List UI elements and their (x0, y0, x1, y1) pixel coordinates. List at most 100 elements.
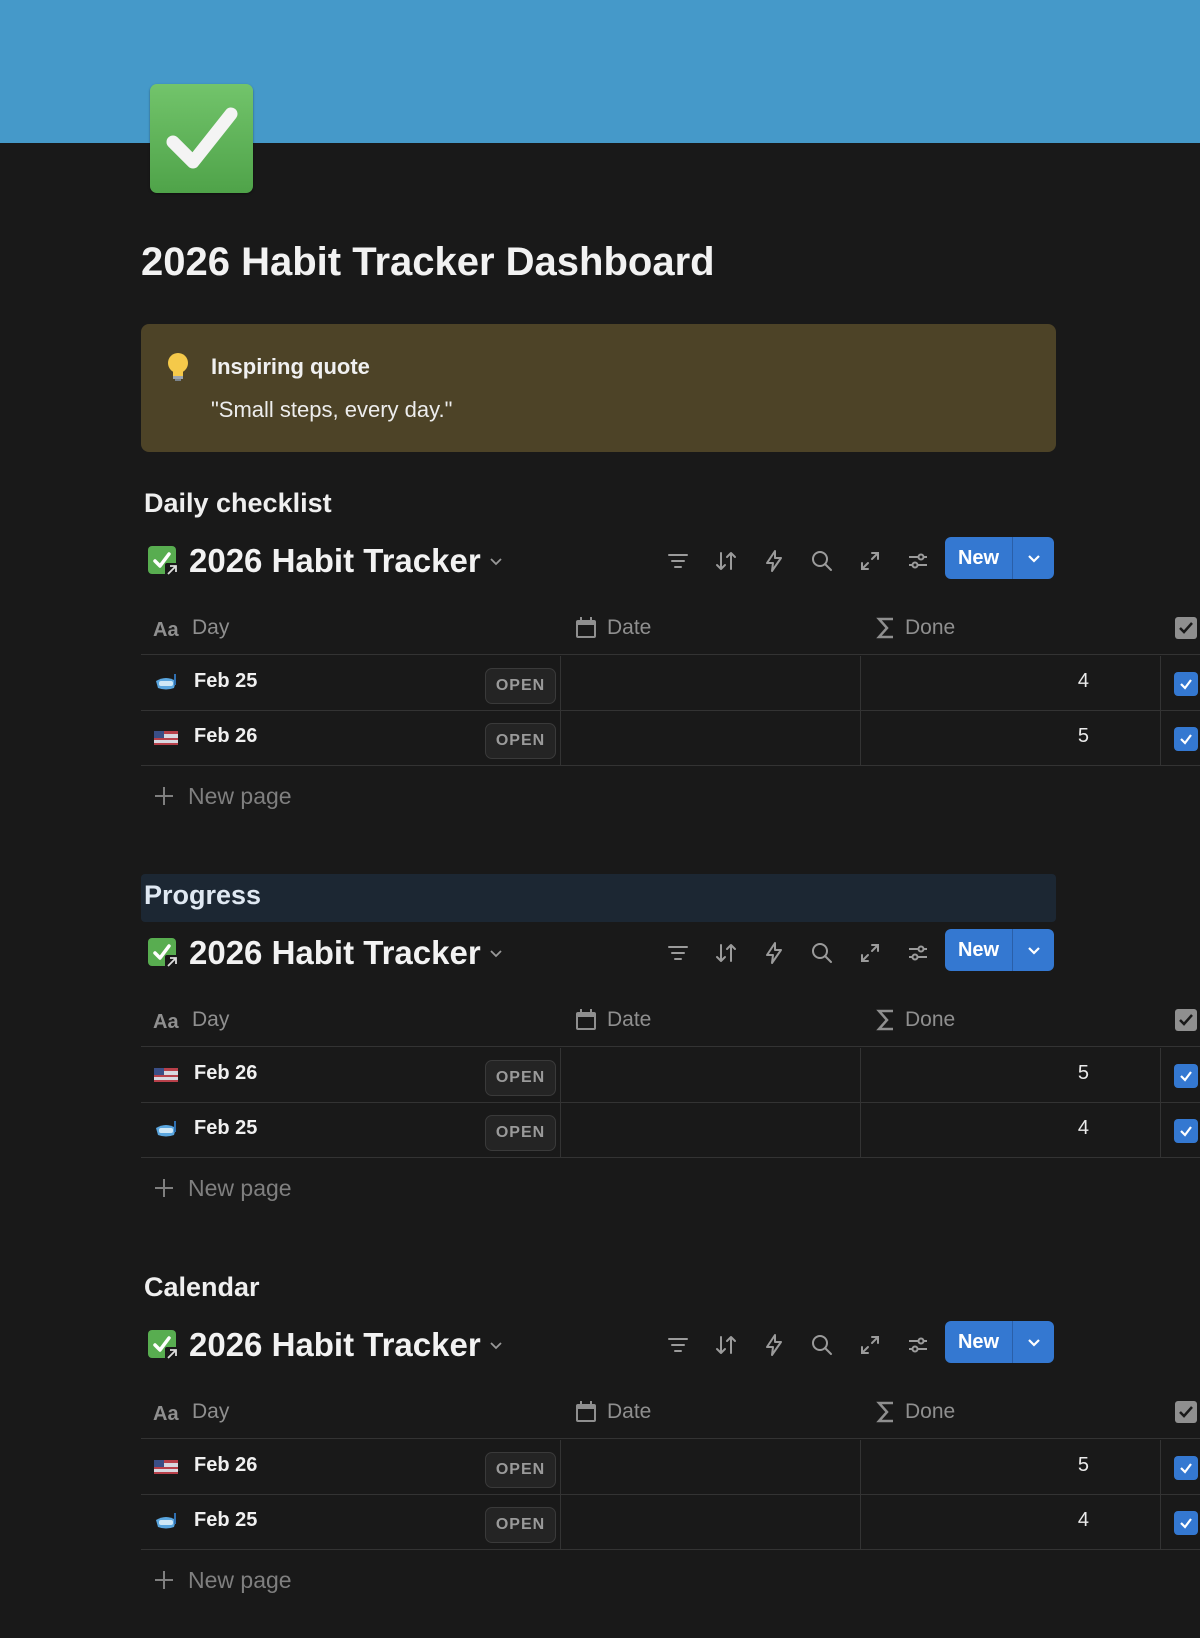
open-button[interactable]: OPEN (485, 1060, 556, 1096)
expand-icon[interactable] (846, 935, 894, 971)
settings-sliders-icon[interactable] (894, 935, 942, 971)
column-header-done[interactable]: Done (876, 1006, 955, 1034)
flag-image-icon (154, 1460, 178, 1474)
done-checkbox[interactable] (1174, 1511, 1198, 1535)
chevron-down-icon[interactable] (487, 1336, 505, 1354)
new-dropdown-chevron-icon[interactable] (1013, 1321, 1054, 1363)
table-row[interactable]: Feb 25 OPEN 4 (141, 656, 1200, 711)
table-header: Aa Day Date Done (141, 994, 1200, 1047)
quote-callout[interactable]: Inspiring quote "Small steps, every day.… (141, 324, 1056, 452)
column-header-day[interactable]: Aa Day (153, 1006, 229, 1034)
database-title[interactable]: 2026 Habit Tracker (189, 542, 481, 580)
automation-bolt-icon[interactable] (750, 935, 798, 971)
search-icon[interactable] (798, 1327, 846, 1363)
new-page-button[interactable]: New page (154, 1565, 292, 1595)
day-name[interactable]: Feb 25 (194, 670, 257, 693)
column-header-done[interactable]: Done (876, 1398, 955, 1426)
new-button[interactable]: New (945, 1321, 1054, 1363)
section-heading-progress[interactable]: Progress (144, 880, 261, 911)
chevron-down-icon[interactable] (487, 944, 505, 962)
day-name[interactable]: Feb 26 (194, 725, 257, 748)
database-view-daily-checklist: 2026 Habit Tracker New Aa Day Date Done (141, 536, 1200, 836)
svg-text:Aa: Aa (153, 1403, 179, 1423)
open-button[interactable]: OPEN (485, 668, 556, 704)
column-header-date[interactable]: Date (574, 1398, 651, 1426)
new-button[interactable]: New (945, 929, 1054, 971)
sort-icon[interactable] (702, 1327, 750, 1363)
column-header-done[interactable]: Done (876, 614, 955, 642)
new-button-label[interactable]: New (945, 1321, 1012, 1363)
done-checkbox[interactable] (1174, 1119, 1198, 1143)
section-heading-calendar[interactable]: Calendar (144, 1272, 260, 1303)
expand-icon[interactable] (846, 1327, 894, 1363)
filter-icon[interactable] (654, 935, 702, 971)
settings-sliders-icon[interactable] (894, 543, 942, 579)
check-mark-button-icon[interactable] (150, 84, 253, 193)
search-icon[interactable] (798, 935, 846, 971)
column-header-day[interactable]: Aa Day (153, 1398, 229, 1426)
done-checkbox[interactable] (1174, 1456, 1198, 1480)
automation-bolt-icon[interactable] (750, 543, 798, 579)
light-bulb-icon (168, 353, 188, 381)
column-label-done: Done (905, 1400, 956, 1423)
column-header-date[interactable]: Date (574, 1006, 651, 1034)
page-title[interactable]: 2026 Habit Tracker Dashboard (141, 240, 715, 285)
svg-text:Aa: Aa (153, 1011, 179, 1031)
checkbox-property-icon[interactable] (1174, 614, 1200, 642)
done-checkbox[interactable] (1174, 727, 1198, 751)
chevron-down-icon[interactable] (487, 552, 505, 570)
day-name[interactable]: Feb 25 (194, 1509, 257, 1532)
table-row[interactable]: Feb 26 OPEN 5 (141, 711, 1200, 766)
checkbox-property-icon[interactable] (1174, 1006, 1200, 1034)
expand-icon[interactable] (846, 543, 894, 579)
open-button[interactable]: OPEN (485, 1452, 556, 1488)
open-button[interactable]: OPEN (485, 1115, 556, 1151)
filter-icon[interactable] (654, 1327, 702, 1363)
column-header-day[interactable]: Aa Day (153, 614, 229, 642)
table-row[interactable]: Feb 26 OPEN 5 (141, 1048, 1200, 1103)
column-header-date[interactable]: Date (574, 614, 651, 642)
done-value: 5 (1077, 1062, 1089, 1084)
sort-icon[interactable] (702, 935, 750, 971)
column-label-day: Day (192, 616, 230, 639)
text-property-icon: Aa (153, 619, 179, 639)
calendar-icon (576, 1401, 596, 1422)
filter-icon[interactable] (654, 543, 702, 579)
search-icon[interactable] (798, 543, 846, 579)
database-title[interactable]: 2026 Habit Tracker (189, 1326, 481, 1364)
progress-heading-highlight (141, 874, 1056, 922)
day-name[interactable]: Feb 26 (194, 1062, 257, 1085)
new-button-label[interactable]: New (945, 537, 1012, 579)
database-header: 2026 Habit Tracker New (141, 928, 1200, 978)
new-page-button[interactable]: New page (154, 781, 292, 811)
done-checkbox[interactable] (1174, 672, 1198, 696)
day-name[interactable]: Feb 26 (194, 1454, 257, 1477)
sigma-formula-icon (876, 1401, 893, 1423)
text-property-icon: Aa (153, 1403, 179, 1423)
new-dropdown-chevron-icon[interactable] (1013, 537, 1054, 579)
open-button[interactable]: OPEN (485, 723, 556, 759)
table-row[interactable]: Feb 25 OPEN 4 (141, 1495, 1200, 1550)
settings-sliders-icon[interactable] (894, 1327, 942, 1363)
automation-bolt-icon[interactable] (750, 1327, 798, 1363)
linked-arrow-icon (165, 563, 179, 577)
sort-icon[interactable] (702, 543, 750, 579)
day-name[interactable]: Feb 25 (194, 1117, 257, 1140)
database-view-calendar: 2026 Habit Tracker New Aa Day Date Done (141, 1320, 1200, 1620)
plus-icon (155, 1179, 173, 1197)
sigma-formula-icon (876, 617, 893, 639)
new-dropdown-chevron-icon[interactable] (1013, 929, 1054, 971)
new-button-label[interactable]: New (945, 929, 1012, 971)
checkbox-property-icon[interactable] (1174, 1398, 1200, 1426)
section-heading-daily-checklist[interactable]: Daily checklist (144, 488, 332, 519)
done-checkbox[interactable] (1174, 1064, 1198, 1088)
new-button[interactable]: New (945, 537, 1054, 579)
open-button[interactable]: OPEN (485, 1507, 556, 1543)
database-title[interactable]: 2026 Habit Tracker (189, 934, 481, 972)
done-value: 5 (1077, 725, 1089, 747)
new-page-button[interactable]: New page (154, 1173, 292, 1203)
column-label-date: Date (607, 1008, 652, 1031)
table-row[interactable]: Feb 26 OPEN 5 (141, 1440, 1200, 1495)
database-header: 2026 Habit Tracker New (141, 1320, 1200, 1370)
table-row[interactable]: Feb 25 OPEN 4 (141, 1103, 1200, 1158)
